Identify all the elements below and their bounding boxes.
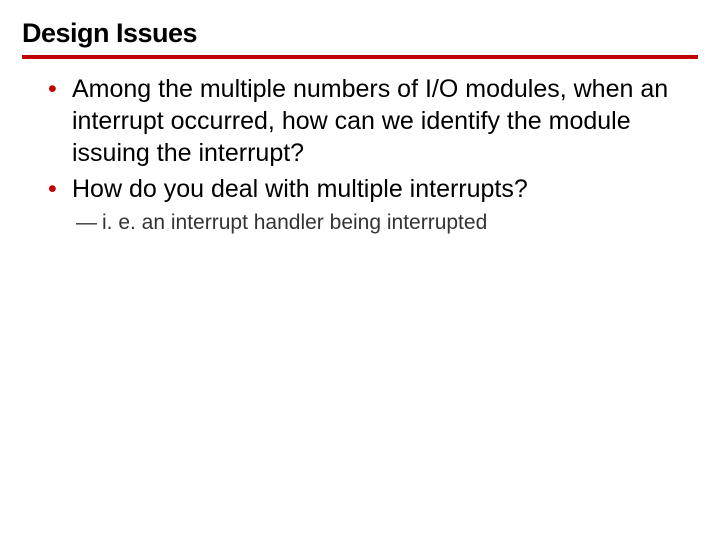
bullet-item-1: Among the multiple numbers of I/O module… [48, 73, 698, 169]
title-divider [22, 55, 698, 59]
bullet-item-2: How do you deal with multiple interrupts… [48, 173, 698, 236]
sub-bullet-list: i. e. an interrupt handler being interru… [72, 209, 698, 236]
slide-title: Design Issues [22, 18, 698, 55]
sub-bullet-2a: i. e. an interrupt handler being interru… [76, 209, 698, 236]
slide: Design Issues Among the multiple numbers… [0, 0, 720, 540]
bullet-item-2-text: How do you deal with multiple interrupts… [72, 175, 528, 203]
bullet-list: Among the multiple numbers of I/O module… [22, 73, 698, 236]
